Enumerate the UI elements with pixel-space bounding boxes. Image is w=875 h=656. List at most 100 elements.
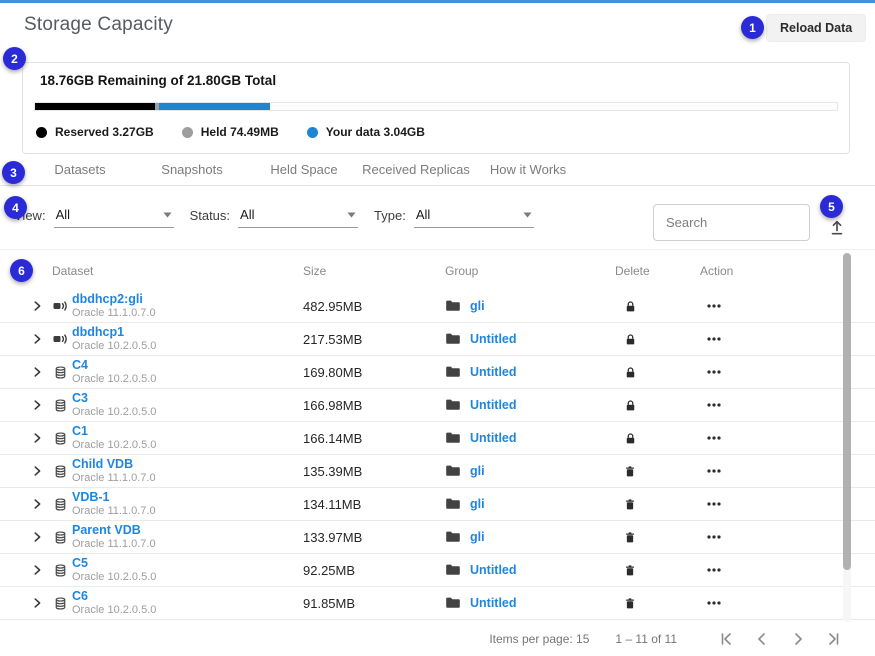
group-link[interactable]: Untitled [470,431,517,445]
folder-icon [445,398,461,412]
expand-chevron-icon[interactable] [30,398,44,412]
expand-chevron-icon[interactable] [30,497,44,511]
action-menu-button[interactable] [706,463,722,479]
group-link[interactable]: Untitled [470,332,517,346]
dataset-name-link[interactable]: dbdhcp1 [72,326,303,340]
expand-chevron-icon[interactable] [30,563,44,577]
table-row: dbdhcp2:gli Oracle 11.1.0.7.0 482.95MB g… [0,290,875,323]
items-per-page-label[interactable]: Items per page: 15 [489,632,589,646]
first-page-icon[interactable] [715,628,737,650]
group-link[interactable]: Untitled [470,398,517,412]
vertical-scrollbar-thumb[interactable] [843,253,851,570]
action-menu-button[interactable] [706,298,722,314]
action-menu-button[interactable] [706,364,722,380]
dataset-name-link[interactable]: Child VDB [72,458,303,472]
tab-held-space[interactable]: Held Space [248,157,360,185]
expand-chevron-icon[interactable] [30,530,44,544]
filter-type: Type: All [374,207,534,228]
dsource-icon [52,298,68,314]
filter-view: View: All [14,207,174,228]
folder-icon [445,563,461,577]
view-filter-select[interactable]: All [54,207,174,228]
action-menu-button[interactable] [706,397,722,413]
type-filter-select[interactable]: All [414,207,534,228]
dataset-version: Oracle 10.2.0.5.0 [72,406,303,418]
tab-snapshots[interactable]: Snapshots [136,157,248,185]
group-link[interactable]: Untitled [470,596,517,610]
group-link[interactable]: Untitled [470,365,517,379]
group-link[interactable]: Untitled [470,563,517,577]
reload-data-button[interactable]: Reload Data [766,14,866,42]
page-title: Storage Capacity [24,14,173,36]
group-link[interactable]: gli [470,497,485,511]
dataset-name-link[interactable]: C4 [72,359,303,373]
capacity-legend: Reserved 3.27GB Held 74.49MB Your data 3… [36,125,425,139]
expand-chevron-icon[interactable] [30,596,44,610]
action-menu-button[interactable] [706,529,722,545]
dataset-name-link[interactable]: C5 [72,557,303,571]
dataset-name-link[interactable]: C3 [72,392,303,406]
upload-icon[interactable] [827,217,847,237]
previous-page-icon[interactable] [751,628,773,650]
database-icon [53,398,68,413]
tab-datasets[interactable]: Datasets [24,157,136,185]
dataset-name-link[interactable]: C1 [72,425,303,439]
dataset-version: Oracle 10.2.0.5.0 [72,571,303,583]
database-icon [53,563,68,578]
column-header-size: Size [303,264,445,278]
group-link[interactable]: gli [470,464,485,478]
trash-icon[interactable] [623,596,637,611]
action-menu-button[interactable] [706,496,722,512]
capacity-summary: 18.76GB Remaining of 21.80GB Total [40,73,276,88]
trash-icon[interactable] [623,563,637,578]
next-page-icon[interactable] [787,628,809,650]
table-header: Dataset Size Group Delete Action [0,252,875,290]
expand-chevron-icon[interactable] [30,332,44,346]
dataset-version: Oracle 11.1.0.7.0 [72,472,303,484]
action-menu-button[interactable] [706,595,722,611]
trash-icon[interactable] [623,497,637,512]
dataset-size: 482.95MB [303,299,445,314]
table-row: C6 Oracle 10.2.0.5.0 91.85MB Untitled [0,587,875,620]
group-link[interactable]: gli [470,530,485,544]
dataset-size: 135.39MB [303,464,445,479]
trash-icon[interactable] [623,530,637,545]
dataset-name-link[interactable]: VDB-1 [72,491,303,505]
top-accent-bar [0,0,875,3]
filter-bar: View: All Status: All Type: All [14,207,550,228]
tab-how-it-works[interactable]: How it Works [472,157,584,185]
expand-chevron-icon[interactable] [30,464,44,478]
vertical-scrollbar-track [843,253,851,622]
dataset-size: 92.25MB [303,563,445,578]
dataset-size: 166.14MB [303,431,445,446]
expand-chevron-icon[interactable] [30,299,44,313]
dataset-name-link[interactable]: dbdhcp2:gli [72,293,303,307]
trash-icon[interactable] [623,464,637,479]
action-menu-button[interactable] [706,331,722,347]
action-menu-button[interactable] [706,562,722,578]
status-filter-select[interactable]: All [238,207,358,228]
database-icon [53,497,68,512]
tab-received-replicas[interactable]: Received Replicas [360,157,472,185]
lock-icon [623,431,638,446]
legend-label: Reserved 3.27GB [55,125,154,139]
last-page-icon[interactable] [823,628,845,650]
folder-icon [445,365,461,379]
group-link[interactable]: gli [470,299,485,313]
expand-chevron-icon[interactable] [30,365,44,379]
dataset-size: 169.80MB [303,365,445,380]
search-input[interactable] [653,204,810,241]
legend-item-held: Held 74.49MB [182,125,279,139]
dataset-name-link[interactable]: Parent VDB [72,524,303,538]
legend-item-yourdata: Your data 3.04GB [307,125,425,139]
capacity-bar-yourdata-segment [159,103,270,110]
expand-chevron-icon[interactable] [30,431,44,445]
chevron-down-icon [523,212,532,218]
database-icon [53,365,68,380]
database-icon [53,530,68,545]
action-menu-button[interactable] [706,430,722,446]
legend-label: Held 74.49MB [201,125,279,139]
folder-icon [445,299,461,313]
table-row: C4 Oracle 10.2.0.5.0 169.80MB Untitled [0,356,875,389]
dataset-name-link[interactable]: C6 [72,590,303,604]
